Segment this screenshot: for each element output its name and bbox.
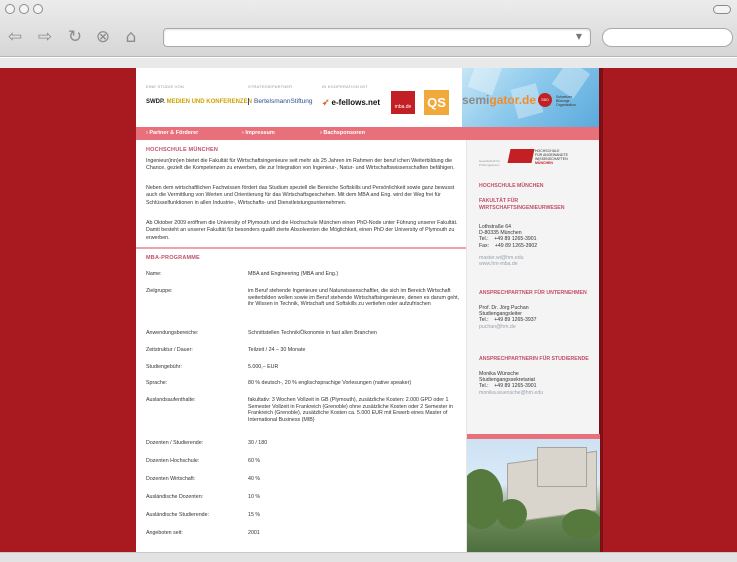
row-value: 10 % [248,494,261,500]
intro-title: HOCHSCHULE MÜNCHEN [146,147,219,153]
close-window-icon[interactable] [5,4,15,14]
photo-tree [562,509,600,539]
semigator-logo-b: gator.de [489,93,537,107]
hm-logo-mark-icon [507,149,535,163]
hm-logo-text: HOCHSCHULE FÜR ANGEWANDTE WISSENSCHAFTEN… [535,149,569,165]
row-value: fakultativ: 3 Wochen Vollzeit in GB (Ply… [248,397,453,423]
swdp-logo-b: MEDIEN UND KONFERENZEN [166,99,252,105]
browser-toolbar: ⇦ ⇨ ↻ ⊗ ⌂ ▼ [0,0,737,57]
bertelsmann-logo[interactable]: BertelsmannStiftung [248,98,313,105]
intro-paragraph-1: Ingenieur(inn)en bietet die Fakultät für… [146,158,455,172]
back-arrow-icon[interactable]: ⇦ [4,26,26,48]
row-label: Sprache: [146,380,168,386]
row-value: 30 / 180 [248,440,268,446]
sidebar-email-puchan[interactable]: puchan@hm.de [479,324,594,330]
sidebar-tiny-label: Gesellschaft für Prüfungswesen [479,159,500,167]
title-bar [0,0,737,22]
photo-tree [497,499,527,529]
intro-paragraph-2: Neben dem wirtschaftlichen Fachwissen fö… [146,185,455,206]
hm-logo-line4: MÜNCHEN [535,161,553,165]
site-container: EINE STUDIE VON STRATEGIEPARTNER IN KOOP… [136,68,600,552]
page-top-strip [0,58,737,68]
menu-item-impressum[interactable]: › Impressum [242,130,275,136]
program-title: MBA-PROGRAMME [146,255,200,261]
swdp-logo[interactable]: SWDP. MEDIEN UND KONFERENZEN [146,99,252,105]
efellows-logo-text: e-fellows.net [331,98,380,107]
campus-photo [467,439,600,552]
header-label-study: EINE STUDIE VON [146,84,184,89]
minimize-window-icon[interactable] [19,4,29,14]
row-label: Zielgruppe: [146,288,173,294]
mba-logo[interactable]: mba.de [391,91,415,114]
sidebar-heading-hm: HOCHSCHULE MÜNCHEN [479,183,544,189]
header-label-partner: STRATEGIEPARTNER [248,84,293,89]
row-label: Anwendungsbereiche: [146,330,199,336]
sbo-logo-text: Schweizer Bildungs Organisation [556,95,576,107]
semigator-logo-a: semi [462,93,490,107]
row-label: Dozenten Wirtschaft: [146,476,196,482]
efellows-swoosh-icon: ➶ [322,97,330,107]
sidebar-email-wuensche[interactable]: monika.wuensche@hm.edu [479,390,594,396]
row-value: 60 % [248,458,261,464]
qs-logo[interactable]: QS [424,90,449,115]
row-label: Name: [146,271,162,277]
row-value: 80 % deutsch-, 20 % englischsprachige Vo… [248,380,412,386]
sidebar-heading-faculty: FAKULTÄT FÜR WIRTSCHAFTSINGENIEURWESEN [479,198,565,211]
photo-building [537,447,587,487]
header-graphic-shape [467,68,503,96]
main-menu: › Partner & Förderer › Impressum › Bachs… [136,127,599,140]
sidebar-address: Lothstraße 64 D-80335 München Tel.: +49 … [479,224,538,249]
row-label: Studiengebühr: [146,364,182,370]
home-icon[interactable]: ⌂ [120,26,142,48]
sidebar-heading-companies: ANSPRECHPARTNER FÜR UNTERNEHMEN [479,290,587,296]
status-bar [0,552,737,562]
sidebar-web-link[interactable]: www.hm-mba.de [479,261,594,267]
row-label: Ausländische Dozenten: [146,494,204,500]
section-divider [136,247,466,249]
row-value: MBA and Engineering (MBA and Eng.) [248,271,339,277]
row-label: Dozenten Hochschule: [146,458,200,464]
sidebar-heading-students: ANSPRECHPARTNERIN FÜR STUDIERENDE [479,356,589,362]
row-label: Dozenten / Studierende: [146,440,204,446]
stop-icon[interactable]: ⊗ [92,26,114,48]
forward-arrow-icon[interactable]: ⇨ [34,26,56,48]
menu-item-sponsors[interactable]: › Bachsponsoren [320,130,365,136]
menu-item-partner[interactable]: › Partner & Förderer [146,130,198,136]
sidebar-contact-students: Monika Wünsche Studiengangssekretariat T… [479,371,537,390]
url-input[interactable]: ▼ [163,28,591,47]
hm-logo[interactable]: HOCHSCHULE FÜR ANGEWANDTE WISSENSCHAFTEN… [507,147,569,165]
row-label: Auslandsaufenthalte: [146,397,196,403]
main-content: HOCHSCHULE MÜNCHEN Ingenieur(inn)en biet… [136,140,466,552]
row-value: im Beruf stehende Ingenieure und Naturwi… [248,288,460,307]
row-value: Teilzeit / 24 – 30 Monate [248,347,306,353]
header-label-coop: IN KOOPERATION MIT [322,84,368,89]
row-value: 40 % [248,476,261,482]
semigator-logo[interactable]: semigator.de [462,93,536,107]
search-input[interactable] [602,28,733,47]
sbo-logo[interactable]: SBO [538,93,552,107]
sidebar: Gesellschaft für Prüfungswesen HOCHSCHUL… [466,140,600,552]
row-value: 2001 [248,530,260,536]
row-label: Zeitstruktur / Dauer: [146,347,193,353]
toolbar-toggle-icon[interactable] [713,5,731,14]
intro-paragraph-3: Ab Oktober 2009 eröffnen die University … [146,220,458,241]
zoom-window-icon[interactable] [33,4,43,14]
chevron-down-icon[interactable]: ▼ [576,32,582,41]
row-label: Angeboten seit: [146,530,183,536]
row-value: 15 % [248,512,261,518]
row-label: Ausländische Studierende: [146,512,210,518]
reload-icon[interactable]: ↻ [64,26,86,48]
row-value: 5.000,– EUR [248,364,279,370]
efellows-logo[interactable]: ➶ e-fellows.net [322,97,380,108]
sidebar-contact-companies: Prof. Dr. Jörg Puchan Studiengangsleiter… [479,305,537,324]
swdp-logo-a: SWDP. [146,99,165,105]
row-value: Schnittstellen Technik/Ökonomie in fast … [248,330,377,336]
